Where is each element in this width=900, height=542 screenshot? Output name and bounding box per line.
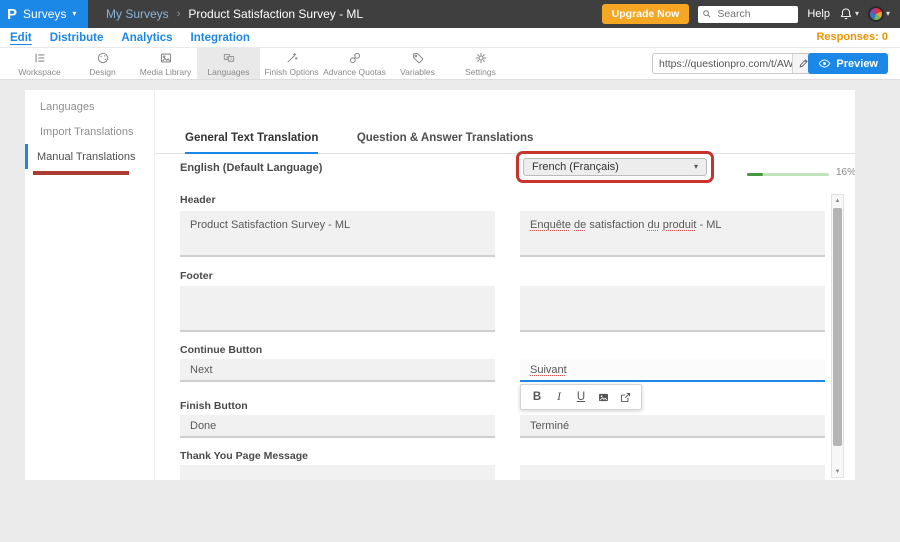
chevron-down-icon: ▾ [72, 10, 76, 18]
italic-button[interactable]: I [551, 389, 567, 405]
continue-target-input[interactable]: Suivant [520, 359, 825, 382]
chevron-down-icon: ▾ [855, 10, 859, 18]
continue-source-input[interactable]: Next [180, 359, 495, 382]
toolbar-item-advance-quotas[interactable]: Advance Quotas [323, 48, 386, 79]
search-input[interactable] [715, 7, 789, 21]
sidebar-item-manual-translations[interactable]: Manual Translations [25, 144, 154, 169]
survey-url[interactable]: https://questionpro.com/t/AW22Zd1S1 [653, 58, 792, 70]
insert-link-button[interactable] [617, 389, 633, 405]
toolbar-item-finish-options[interactable]: Finish Options [260, 48, 323, 79]
preview-button[interactable]: Preview [808, 53, 888, 74]
workspace-icon [33, 51, 47, 65]
finish-source-input[interactable]: Done [180, 415, 495, 438]
toolbar-item-design[interactable]: Design [71, 48, 134, 79]
eye-icon [818, 57, 831, 70]
bold-button[interactable]: B [529, 389, 545, 405]
header-target-textarea[interactable]: Enquête de satisfaction du produit - ML [520, 211, 825, 257]
manual-translations-panel: General Text Translation Question & Answ… [155, 90, 855, 480]
responses-count[interactable]: Responses: 0 [816, 31, 888, 43]
nav-tab-analytics[interactable]: Analytics [121, 30, 172, 46]
tab-general-text-translation[interactable]: General Text Translation [185, 132, 318, 154]
translation-progress-bar [747, 173, 829, 176]
translation-progress-fill [747, 173, 763, 176]
underline-button[interactable]: U [573, 389, 589, 405]
tag-icon [411, 51, 425, 65]
chevron-down-icon: ▾ [886, 10, 890, 18]
nav-tab-edit[interactable]: Edit [10, 30, 32, 46]
avatar [868, 6, 884, 22]
field-label-finish-button: Finish Button [180, 400, 248, 412]
account-menu[interactable]: ▾ [868, 6, 890, 22]
finish-target-input[interactable]: Terminé [520, 415, 825, 438]
breadcrumb-my-surveys[interactable]: My Surveys [106, 7, 169, 21]
breadcrumb-separator-icon: › [177, 8, 181, 20]
insert-image-button[interactable] [595, 389, 611, 405]
toolbar-item-workspace[interactable]: Workspace [8, 48, 71, 79]
header-source-textarea[interactable]: Product Satisfaction Survey - ML [180, 211, 495, 257]
app-menu-surveys[interactable]: P Surveys ▾ [0, 0, 88, 28]
field-label-footer: Footer [180, 270, 213, 282]
global-search[interactable] [698, 6, 798, 23]
bell-icon [839, 7, 853, 21]
text-format-toolbar: B I U [520, 384, 642, 410]
field-label-continue-button: Continue Button [180, 344, 262, 356]
magic-wand-icon [285, 51, 299, 65]
toolbar-item-media-library[interactable]: Media Library [134, 48, 197, 79]
top-bar: P Surveys ▾ My Surveys › Product Satisfa… [0, 0, 900, 28]
thank-you-target-textarea[interactable] [520, 465, 825, 480]
annotation-highlight-box: French (Français) ▾ [516, 151, 714, 183]
field-label-header: Header [180, 194, 216, 206]
scroll-up-icon[interactable]: ▲ [832, 195, 843, 206]
annotation-underline [33, 171, 129, 175]
sidebar-item-languages[interactable]: Languages [25, 94, 154, 119]
toolbar-item-variables[interactable]: Variables [386, 48, 449, 79]
field-label-thank-you: Thank You Page Message [180, 450, 308, 462]
app-menu-label: Surveys [23, 7, 66, 21]
target-language-dropdown[interactable]: French (Français) ▾ [523, 158, 707, 176]
tab-question-answer-translations[interactable]: Question & Answer Translations [357, 132, 534, 152]
languages-icon: aA [222, 51, 236, 65]
breadcrumb: My Surveys › Product Satisfaction Survey… [106, 7, 363, 21]
upgrade-now-button[interactable]: Upgrade Now [602, 4, 690, 24]
svg-text:A: A [229, 56, 232, 61]
sidebar-item-import-translations[interactable]: Import Translations [25, 119, 154, 144]
scroll-down-icon[interactable]: ▼ [832, 466, 843, 477]
gear-icon [474, 51, 488, 65]
footer-target-textarea[interactable] [520, 286, 825, 332]
notifications-menu[interactable]: ▾ [839, 7, 859, 21]
target-language-value: French (Français) [532, 161, 619, 173]
help-link[interactable]: Help [807, 8, 830, 20]
edit-toolbar: Workspace Design Media Library aA Langua… [0, 48, 900, 80]
toolbar-item-settings[interactable]: Settings [449, 48, 512, 79]
footer-source-textarea[interactable] [180, 286, 495, 332]
survey-nav: Edit Distribute Analytics Integration Re… [0, 28, 900, 48]
chain-links-icon [348, 51, 362, 65]
nav-tab-integration[interactable]: Integration [191, 30, 250, 46]
source-language-label: English (Default Language) [180, 162, 322, 174]
chevron-down-icon: ▾ [694, 163, 698, 171]
nav-tab-distribute[interactable]: Distribute [50, 30, 104, 46]
survey-url-box[interactable]: https://questionpro.com/t/AW22Zd1S1 [652, 53, 815, 74]
questionpro-logo-icon: P [7, 7, 17, 22]
search-icon [702, 9, 712, 19]
toolbar-item-languages[interactable]: aA Languages [197, 48, 260, 79]
fields-scrollbar[interactable]: ▲ ▼ [831, 194, 844, 478]
media-library-icon [159, 51, 173, 65]
thank-you-source-textarea[interactable] [180, 465, 495, 480]
translation-tabs: General Text Translation Question & Answ… [155, 128, 855, 154]
design-palette-icon [96, 51, 110, 65]
preview-button-label: Preview [836, 58, 878, 70]
page-title: Product Satisfaction Survey - ML [188, 7, 363, 21]
translation-progress-percent: 16% [836, 167, 855, 178]
translations-sidebar: Languages Import Translations Manual Tra… [25, 90, 155, 480]
scrollbar-thumb[interactable] [833, 208, 842, 446]
